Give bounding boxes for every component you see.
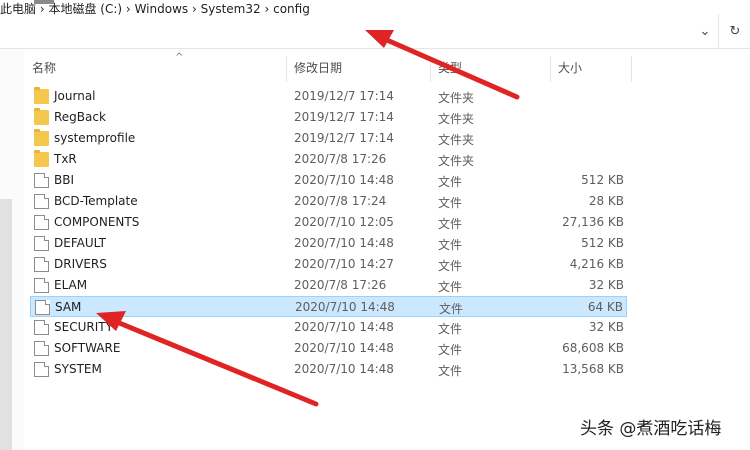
arrow-to-address	[365, 30, 520, 100]
annotation-layer	[96, 30, 520, 407]
arrow-to-sam	[96, 311, 319, 407]
